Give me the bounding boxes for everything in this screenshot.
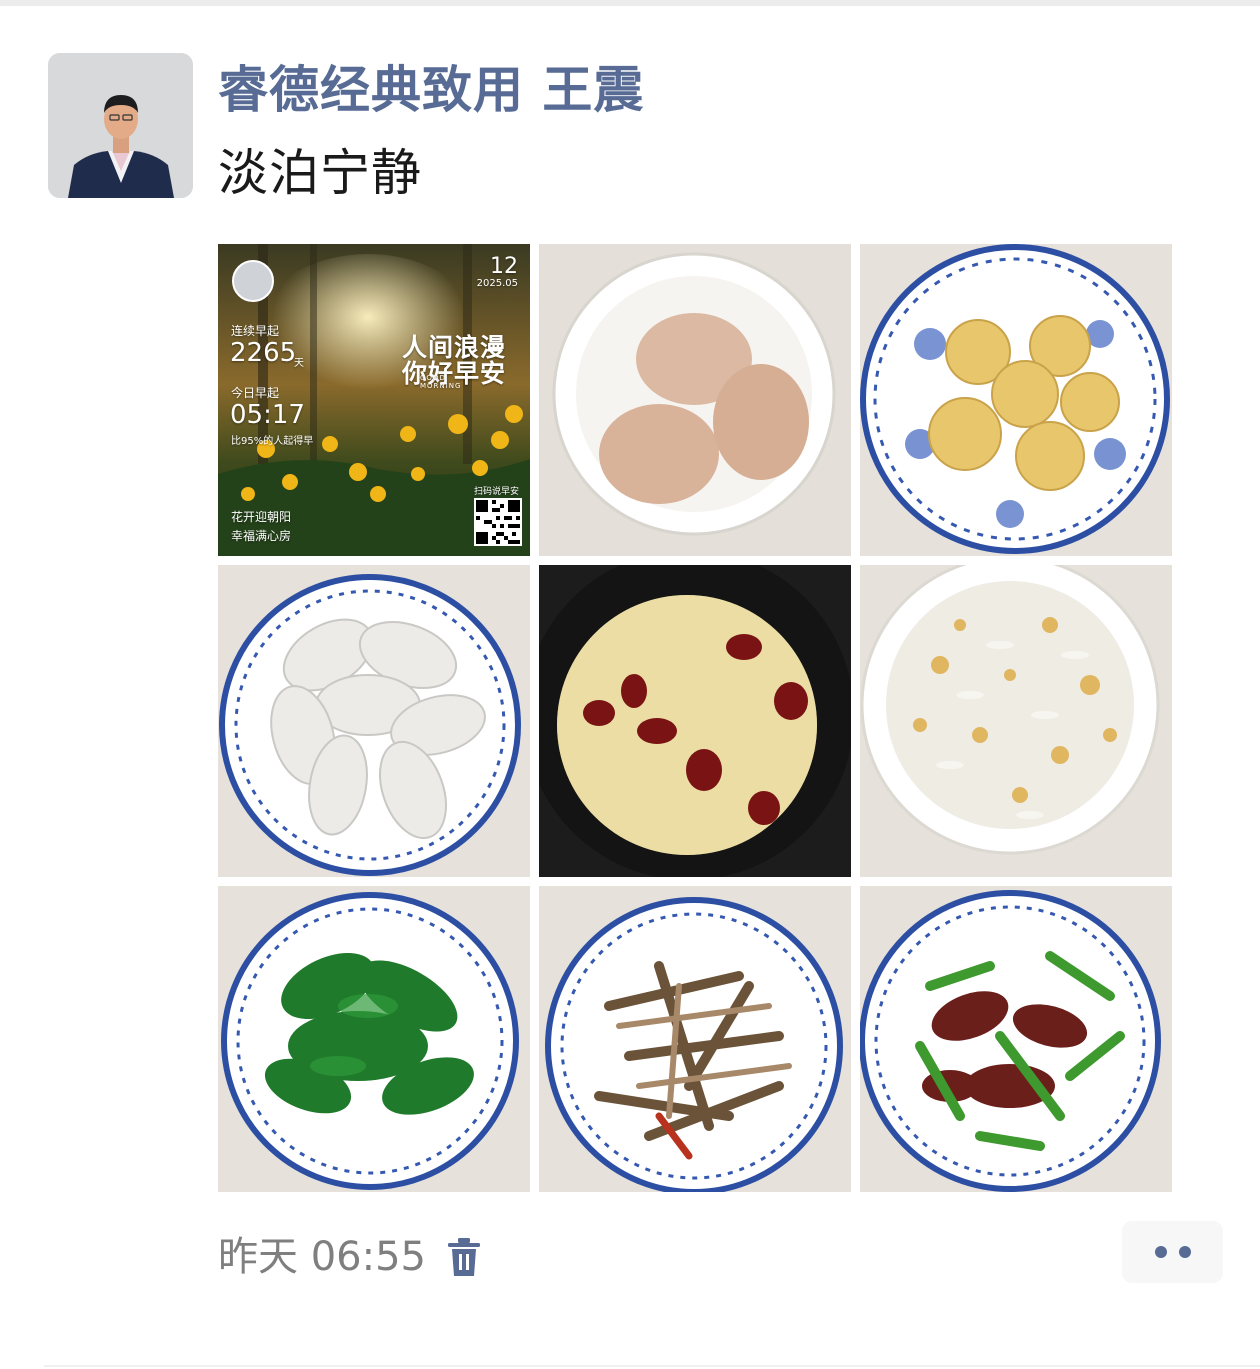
photo-grid: 12 2025.05 连续早起 2265 天 今日早起 05:17 比95%的人… (218, 244, 1172, 1192)
card-today-label: 今日早起 (231, 386, 280, 400)
post-timestamp: 昨天 06:55 (218, 1234, 426, 1280)
top-strip (0, 0, 1260, 6)
qr-code-icon (474, 498, 522, 546)
photo-pepper-pork[interactable] (860, 886, 1172, 1192)
photo-mushrooms[interactable] (539, 886, 851, 1192)
card-streak-label: 连续早起 (231, 324, 280, 338)
card-good: GOOD (420, 374, 446, 382)
card-rank-text: 比95%的人起得早 (231, 436, 314, 447)
card-day: 12 (490, 254, 518, 279)
author-name[interactable]: 睿德经典致用 王震 (218, 58, 644, 122)
card-streak-count: 2265 (230, 338, 297, 368)
card-date: 2025.05 (476, 278, 518, 289)
card-caption-line2: 幸福满心房 (231, 529, 292, 543)
more-dot (1178, 1246, 1191, 1258)
card-wake-time: 05:17 (230, 400, 305, 430)
trash-icon[interactable] (444, 1236, 484, 1278)
photo-eggs[interactable] (539, 244, 851, 556)
photo-fried-rice[interactable] (860, 565, 1172, 877)
photo-corn[interactable] (860, 244, 1172, 556)
photo-dumplings[interactable] (218, 565, 530, 877)
card-scan-text: 扫码说早安 (474, 487, 520, 497)
author-avatar[interactable] (48, 53, 193, 198)
card-streak-unit: 天 (294, 358, 304, 369)
photo-spinach[interactable] (218, 886, 530, 1192)
more-dots-icon[interactable] (1122, 1221, 1223, 1283)
card-morning: MORNING (420, 382, 462, 390)
photo-porridge[interactable] (539, 565, 851, 877)
more-dot (1154, 1246, 1167, 1258)
divider (44, 1365, 1260, 1367)
card-avatar (232, 260, 274, 302)
card-caption-line1: 花开迎朝阳 (231, 510, 292, 524)
photo-morning-card[interactable]: 12 2025.05 连续早起 2265 天 今日早起 05:17 比95%的人… (218, 244, 530, 556)
post-text: 淡泊宁静 (218, 144, 422, 202)
